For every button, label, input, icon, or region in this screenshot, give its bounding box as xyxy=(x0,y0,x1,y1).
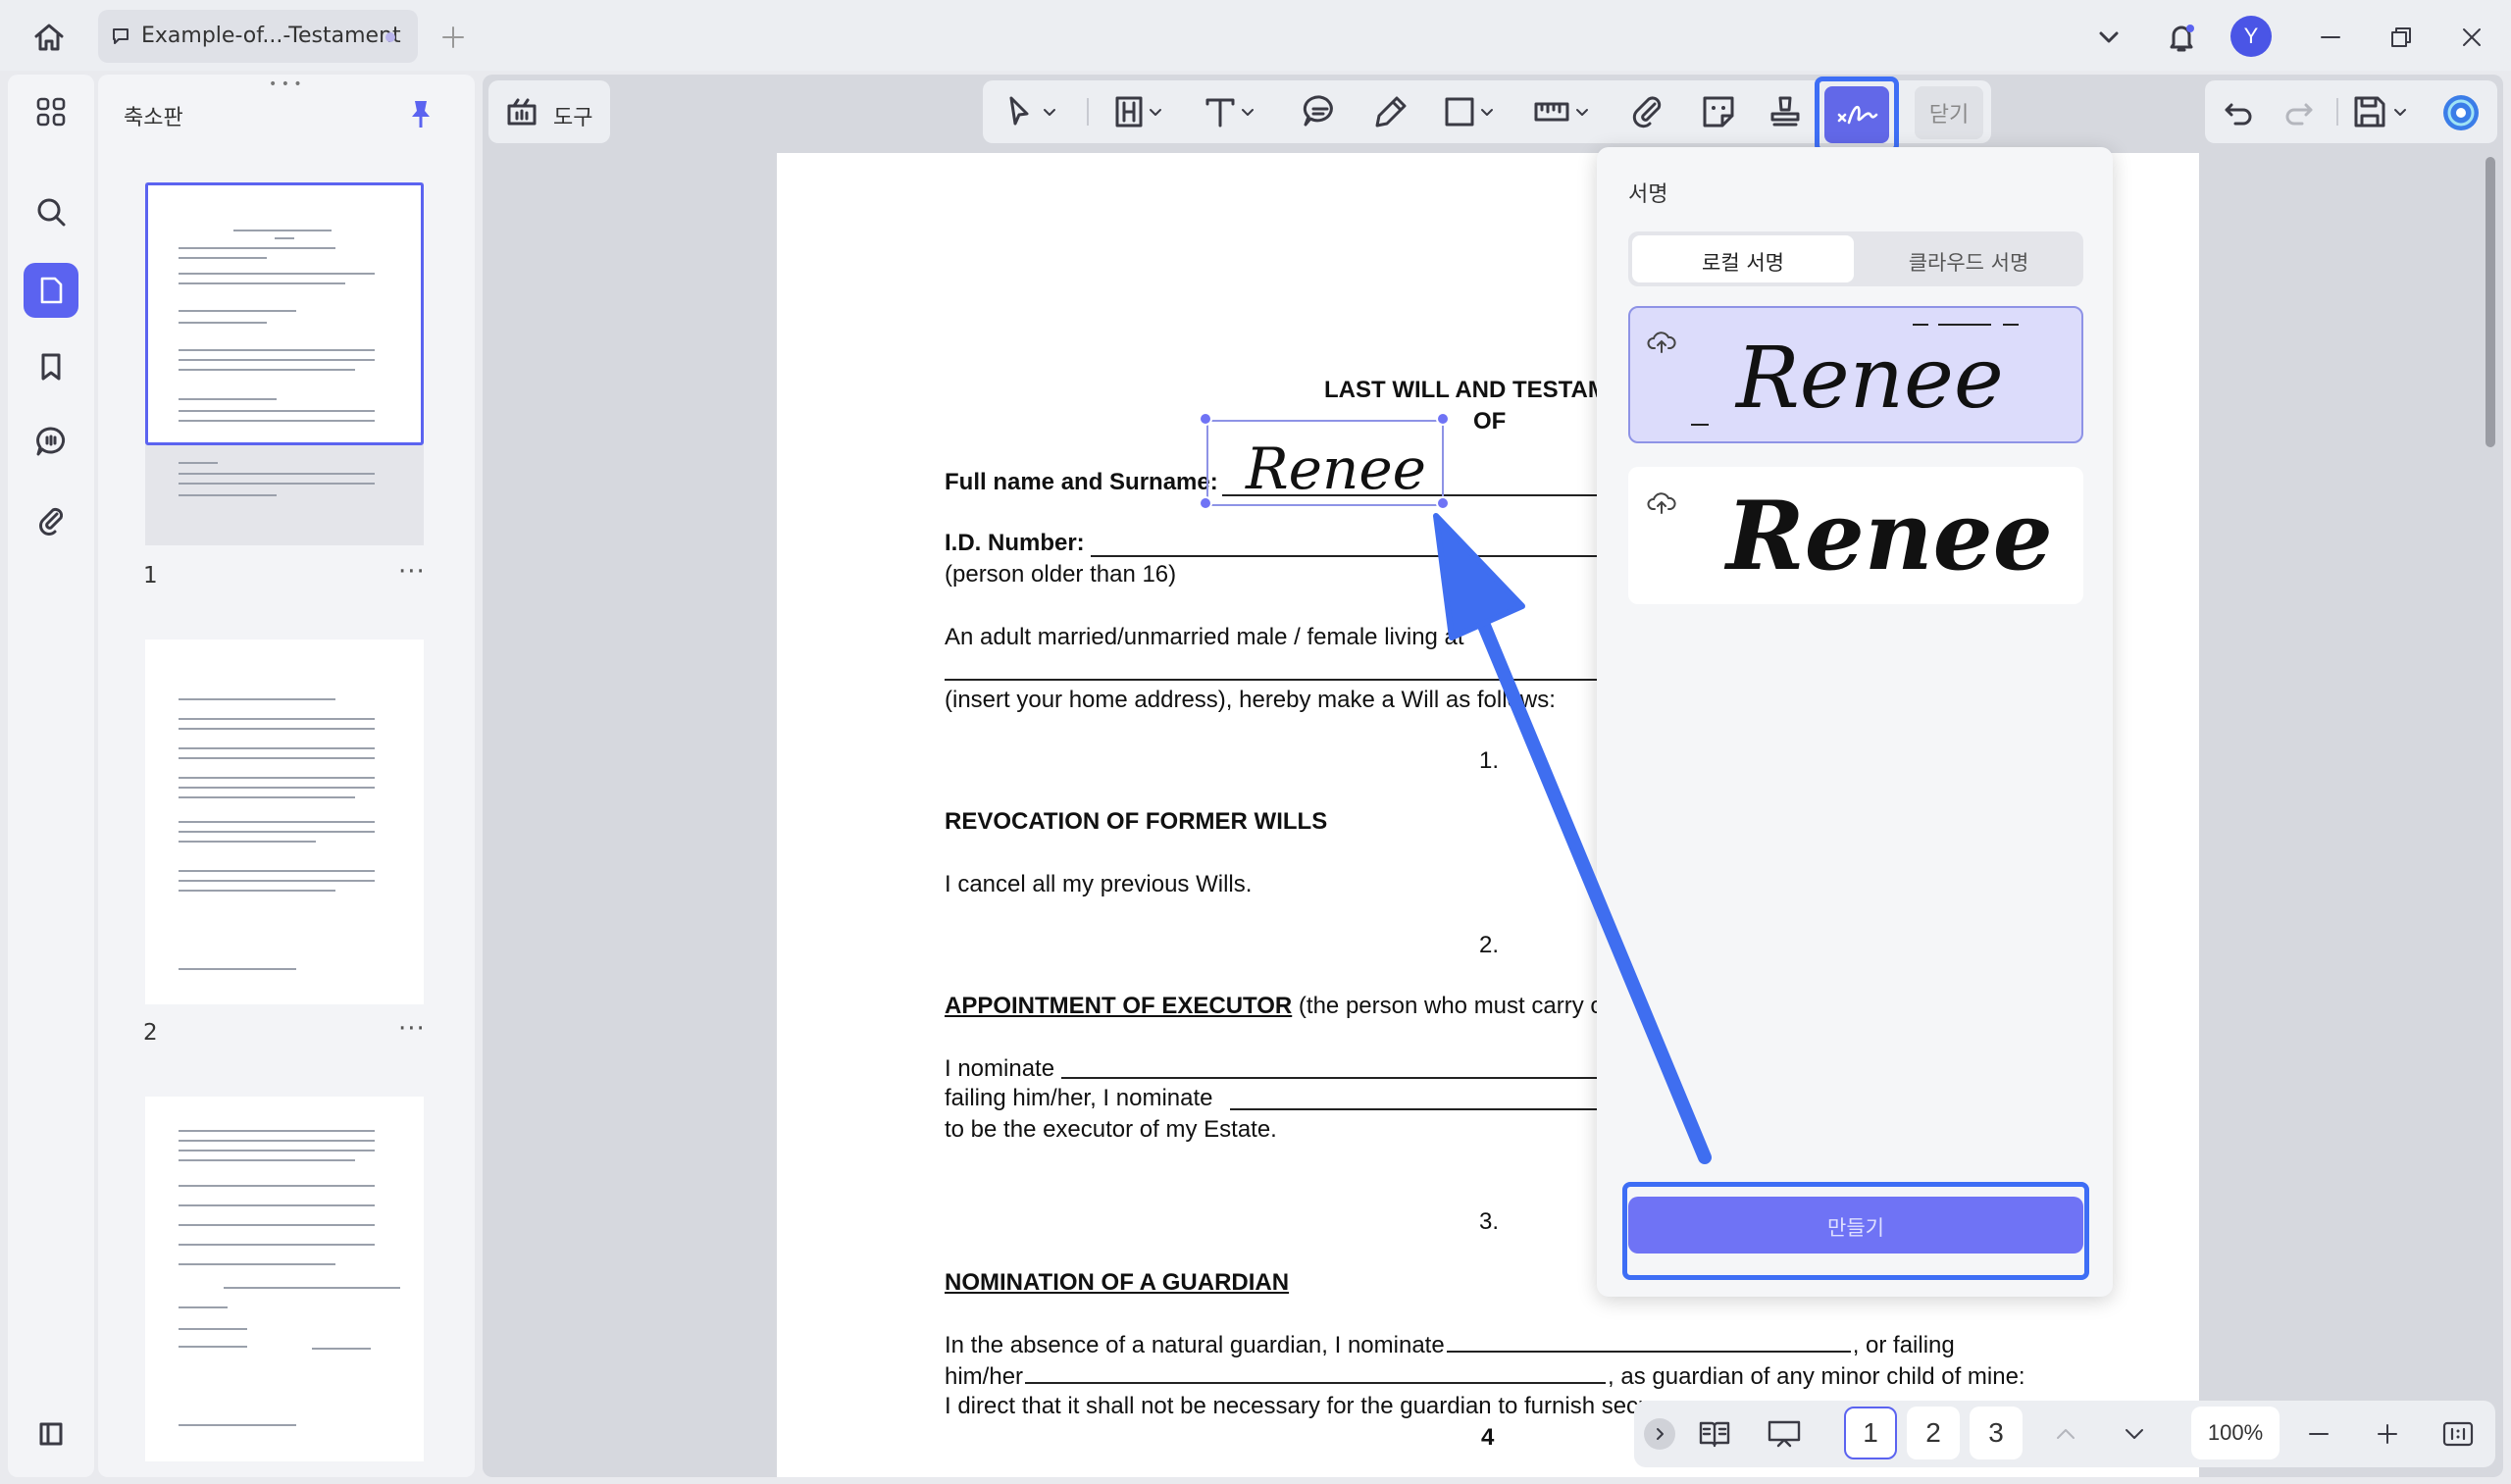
executor-line: to be the executor of my Estate. xyxy=(945,1116,1277,1143)
bookmark-icon[interactable] xyxy=(24,339,78,394)
signature-panel-title: 서명 xyxy=(1628,182,1668,207)
resize-handle[interactable] xyxy=(1199,412,1212,426)
close-tool-button[interactable]: 닫기 xyxy=(1915,86,1983,139)
highlight-tool-icon[interactable] xyxy=(1108,88,1177,135)
guardian-heading: NOMINATION OF A GUARDIAN xyxy=(945,1269,1290,1296)
thumbnail-number: 1 xyxy=(143,563,158,588)
guardian-line-2b: , as guardian of any minor child of mine… xyxy=(1608,1363,2025,1390)
shape-tool-icon[interactable] xyxy=(1438,88,1507,135)
id-label: I.D. Number: xyxy=(945,530,1085,556)
revocation-heading: REVOCATION OF FORMER WILLS xyxy=(945,808,1328,835)
page-button[interactable]: 3 xyxy=(1970,1407,2023,1459)
signature-preview: Renee xyxy=(1736,330,2004,428)
avatar[interactable]: Y xyxy=(2230,16,2272,57)
id-note: (person older than 16) xyxy=(945,561,1177,588)
guardian-line-1b: , or failing xyxy=(1852,1332,1955,1358)
chevron-down-icon[interactable] xyxy=(2089,20,2128,55)
signature-tool-icon[interactable] xyxy=(1824,86,1889,143)
tab-local-label: 로컬 서명 xyxy=(1702,251,1784,275)
thumbnail-number: 2 xyxy=(143,1020,158,1046)
panel-title: 축소판 xyxy=(124,106,183,130)
pin-icon[interactable] xyxy=(404,94,437,133)
vertical-scrollbar[interactable] xyxy=(2485,157,2495,447)
minimize-icon[interactable] xyxy=(2311,18,2350,57)
sticker-tool-icon[interactable] xyxy=(1695,88,1742,135)
home-icon[interactable] xyxy=(27,18,71,57)
doc-title-of: OF xyxy=(1473,408,1507,435)
doc-page-number: 4 xyxy=(1481,1424,1495,1451)
signature-stroke xyxy=(1913,324,1928,326)
resize-handle[interactable] xyxy=(1436,412,1450,426)
close-window-icon[interactable] xyxy=(2452,18,2491,57)
previous-page-icon[interactable] xyxy=(2046,1412,2085,1456)
attachment-icon[interactable] xyxy=(24,492,78,547)
new-tab-icon[interactable] xyxy=(436,20,471,55)
thumbnails-icon[interactable] xyxy=(24,263,78,318)
tools-button[interactable]: 도구 xyxy=(488,80,610,143)
stamp-tool-icon[interactable] xyxy=(1762,88,1809,135)
tab-cloud-signature[interactable]: 클라우드 서명 xyxy=(1858,247,2079,277)
zoom-out-icon[interactable] xyxy=(2299,1412,2338,1456)
tutorial-arrow xyxy=(1433,513,1712,1164)
signature-stroke xyxy=(1938,324,1991,326)
toolbar-divider xyxy=(2336,98,2338,126)
page-button-current[interactable]: 1 xyxy=(1844,1407,1897,1459)
signature-stroke xyxy=(1691,424,1709,426)
full-name-label: Full name and Surname: xyxy=(945,469,1218,495)
search-icon[interactable] xyxy=(24,184,78,239)
save-icon[interactable] xyxy=(2348,88,2419,135)
failing-line: failing him/her, I nominate xyxy=(945,1085,1213,1111)
ai-assistant-icon[interactable] xyxy=(2436,88,2485,137)
thumbnail-page-3[interactable] xyxy=(145,1097,424,1461)
next-page-icon[interactable] xyxy=(2115,1412,2154,1456)
tab-title: Example-of...-Testament xyxy=(141,24,401,48)
sidebar-toggle-icon[interactable] xyxy=(24,1407,78,1461)
thumbnail-more-icon[interactable]: ··· xyxy=(398,557,426,587)
comment-icon xyxy=(110,26,131,47)
adult-line: An adult married/unmarried male / female… xyxy=(945,624,1464,650)
thumbnail-more-icon[interactable]: ··· xyxy=(398,1014,426,1044)
guardian-line-1: In the absence of a natural guardian, I … xyxy=(945,1332,1955,1359)
revocation-text: I cancel all my previous Wills. xyxy=(945,871,1253,897)
signature-stroke xyxy=(2003,324,2019,326)
thumbnail-page-1[interactable] xyxy=(145,182,424,545)
redo-icon[interactable] xyxy=(2278,90,2321,133)
guardian-line-2a: him/her xyxy=(945,1363,1024,1390)
restore-icon[interactable] xyxy=(2382,18,2421,57)
presentation-icon[interactable] xyxy=(1762,1412,1807,1456)
comments-icon[interactable] xyxy=(24,414,78,469)
expand-icon[interactable] xyxy=(1644,1418,1675,1450)
section-number: 3. xyxy=(1479,1208,1500,1235)
zoom-level[interactable]: 100% xyxy=(2191,1407,2280,1459)
signature-preview: Renee xyxy=(1726,481,2053,591)
thumbnail-page-2[interactable] xyxy=(145,640,424,1004)
placed-signature: Renee xyxy=(1246,435,1426,502)
tools-label: 도구 xyxy=(553,106,593,130)
measure-tool-icon[interactable] xyxy=(1530,88,1601,135)
create-button-label: 만들기 xyxy=(1827,1216,1884,1240)
resize-handle[interactable] xyxy=(1199,496,1212,510)
page-button[interactable]: 2 xyxy=(1907,1407,1960,1459)
apps-grid-icon[interactable] xyxy=(24,84,78,139)
zoom-in-icon[interactable] xyxy=(2368,1412,2407,1456)
undo-icon[interactable] xyxy=(2217,90,2260,133)
reading-mode-icon[interactable] xyxy=(1693,1412,1736,1456)
cloud-upload-icon[interactable] xyxy=(1646,328,1677,355)
bell-icon[interactable] xyxy=(2160,16,2203,59)
toolbar-divider xyxy=(1087,98,1089,126)
actual-size-icon[interactable] xyxy=(2436,1412,2480,1456)
guardian-line-1a: In the absence of a natural guardian, I … xyxy=(945,1332,1445,1358)
nominate-line: I nominate xyxy=(945,1055,1055,1082)
executor-heading: APPOINTMENT OF EXECUTOR xyxy=(945,993,1293,1019)
panel-drag-handle[interactable]: • • • xyxy=(269,77,302,92)
pen-tool-icon[interactable] xyxy=(1367,88,1414,135)
unsaved-dot xyxy=(385,32,395,42)
select-tool-icon[interactable] xyxy=(1000,88,1069,135)
doc-title: LAST WILL AND TESTAM xyxy=(1324,377,1608,403)
attach-tool-icon[interactable] xyxy=(1624,88,1671,135)
guardian-line-2: him/her , as guardian of any minor child … xyxy=(945,1363,2025,1391)
text-tool-icon[interactable] xyxy=(1199,88,1267,135)
comment-tool-icon[interactable] xyxy=(1297,88,1344,135)
guardian-line-3: I direct that it shall not be necessary … xyxy=(945,1393,1652,1419)
